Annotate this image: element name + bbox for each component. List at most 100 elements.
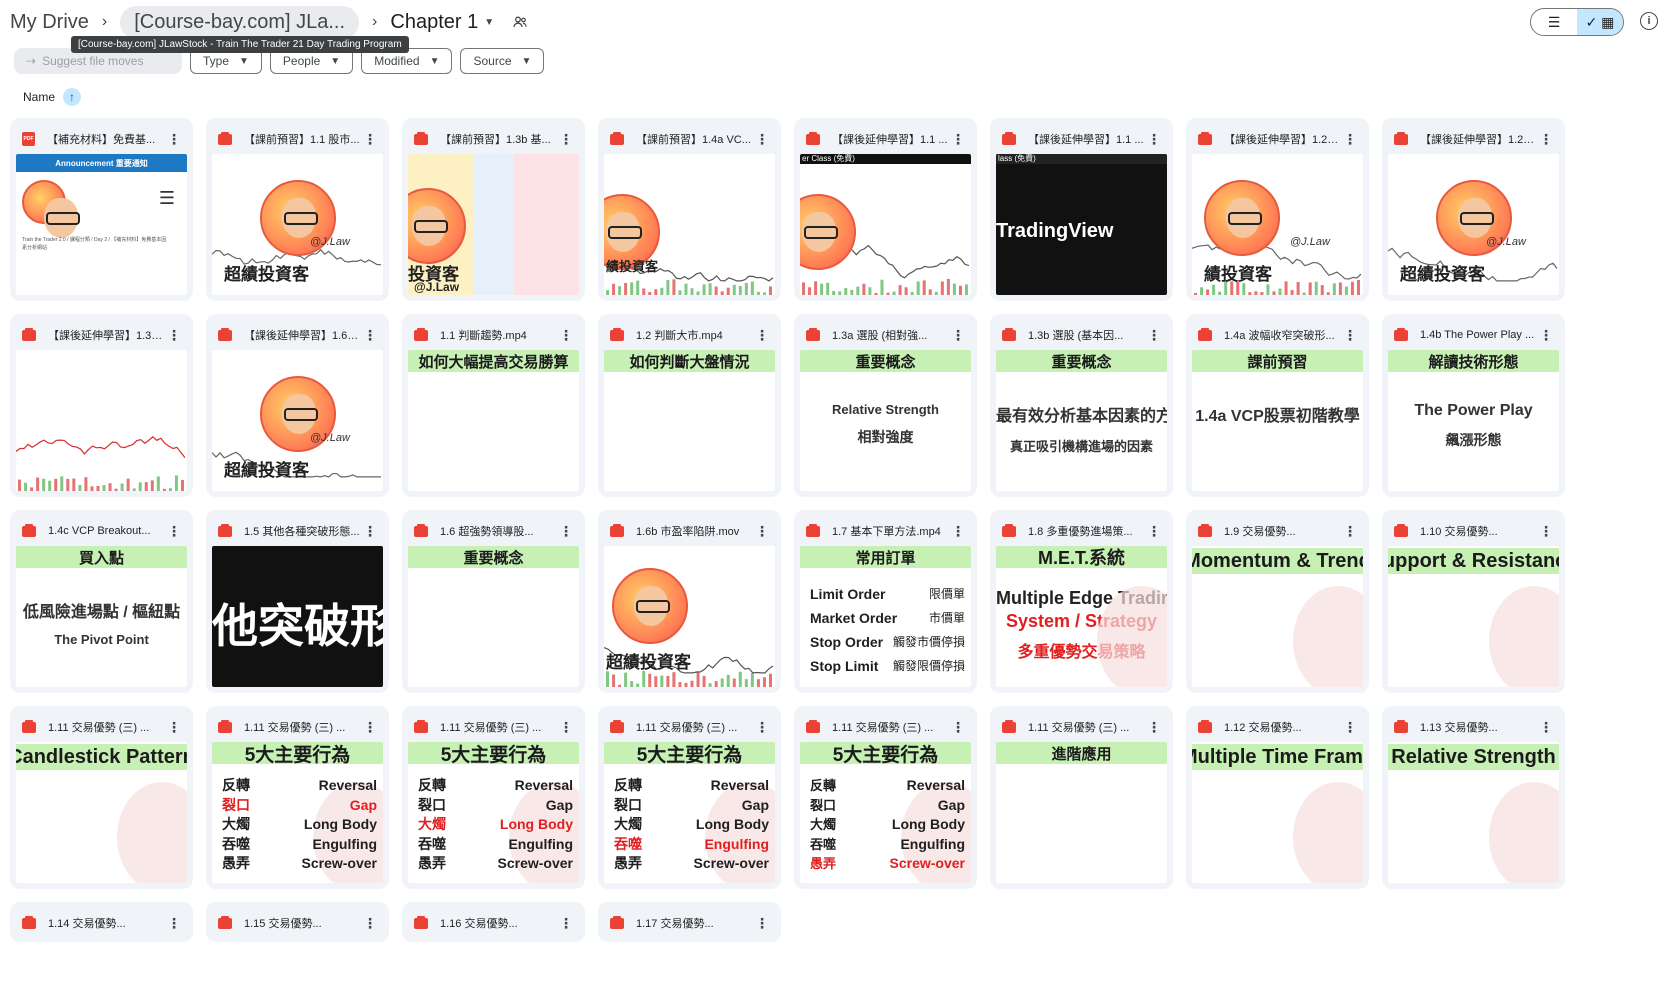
video-file-card[interactable]: 【課前預習】1.3b 基... ⋮ 投資客 @J.Law (402, 118, 585, 301)
file-thumbnail[interactable]: er Class (免費) (800, 154, 971, 295)
sort-ascending-icon[interactable]: ↑ (63, 88, 82, 106)
pdf-file-card[interactable]: PDF 【補充材料】免費基... ⋮ Announcement 重要通知 ☰ Train … (10, 118, 193, 301)
more-actions-icon[interactable]: ⋮ (949, 720, 967, 734)
video-file-card[interactable]: 【課後延伸學習】1.6a... ⋮ 超績投資客 @J.Law (206, 314, 389, 497)
file-thumbnail[interactable]: Multiple Time Frame (1192, 742, 1363, 883)
more-actions-icon[interactable]: ⋮ (753, 132, 771, 146)
file-thumbnail[interactable]: 常用訂單 Limit Order 限價單 Market Order 市價單 Stop Or… (800, 546, 971, 687)
video-file-card[interactable]: 1.11 交易優勢 (三) ... ⋮ 5大主要行為 反轉 Reversal 裂口 Gap 大… (206, 706, 389, 889)
video-file-card[interactable]: 【課後延伸學習】1.3a... ⋮ (10, 314, 193, 497)
file-thumbnail[interactable]: 超績投資客 @J.Law (1388, 154, 1559, 295)
more-actions-icon[interactable]: ⋮ (949, 328, 967, 342)
file-thumbnail[interactable]: 如何大幅提高交易勝算 (408, 350, 579, 491)
more-actions-icon[interactable]: ⋮ (165, 916, 183, 930)
more-actions-icon[interactable]: ⋮ (1341, 524, 1359, 538)
video-file-card[interactable]: 1.1 判斷趨勢.mp4 ⋮ 如何大幅提高交易勝算 (402, 314, 585, 497)
video-file-card[interactable]: 1.6 超強勢領導股... ⋮ 重要概念 (402, 510, 585, 693)
breadcrumb-current-folder[interactable]: Chapter 1 ▼ (390, 11, 494, 34)
file-thumbnail[interactable]: 績投資客 @J.Law (1192, 154, 1363, 295)
file-thumbnail[interactable] (16, 350, 187, 491)
video-file-card[interactable]: 【課前預習】1.1 股市... ⋮ 超績投資客 @J.Law (206, 118, 389, 301)
more-actions-icon[interactable]: ⋮ (949, 132, 967, 146)
more-actions-icon[interactable]: ⋮ (557, 328, 575, 342)
more-actions-icon[interactable]: ⋮ (753, 524, 771, 538)
video-file-card[interactable]: 1.11 交易優勢 (三) ... ⋮ 5大主要行為 反轉 Reversal 裂口 Gap 大… (402, 706, 585, 889)
video-file-card[interactable]: 1.14 交易優勢... ⋮ (10, 902, 193, 942)
video-file-card[interactable]: 1.7 基本下單方法.mp4 ⋮ 常用訂單 Limit Order 限價單 Market … (794, 510, 977, 693)
video-file-card[interactable]: 【課前預習】1.4a VC... ⋮ 績投資客 (598, 118, 781, 301)
video-file-card[interactable]: 1.11 交易優勢 (三) ... ⋮ 5大主要行為 反轉 Reversal 裂口 Gap 大… (598, 706, 781, 889)
more-actions-icon[interactable]: ⋮ (557, 524, 575, 538)
file-thumbnail[interactable]: lass (免費) TradingView (996, 154, 1167, 295)
file-thumbnail[interactable]: 買入點 低風險進場點 / 樞紐點 The Pivot Point (16, 546, 187, 687)
video-file-card[interactable]: 【課後延伸學習】1.1 ... ⋮ lass (免費) TradingView (990, 118, 1173, 301)
file-thumbnail[interactable]: Candlestick Pattern (16, 742, 187, 883)
more-actions-icon[interactable]: ⋮ (361, 132, 379, 146)
file-thumbnail[interactable]: 重要概念 (408, 546, 579, 687)
file-thumbnail[interactable]: Support & Resistance (1388, 546, 1559, 687)
more-actions-icon[interactable]: ⋮ (1341, 132, 1359, 146)
more-actions-icon[interactable]: ⋮ (1145, 720, 1163, 734)
video-file-card[interactable]: 1.17 交易優勢... ⋮ (598, 902, 781, 942)
file-thumbnail[interactable]: 超績投資客 @J.Law (212, 350, 383, 491)
file-thumbnail[interactable]: 課前預習 1.4a VCP股票初階教學 (1192, 350, 1363, 491)
file-thumbnail[interactable]: 投資客 @J.Law (408, 154, 579, 295)
more-actions-icon[interactable]: ⋮ (1537, 524, 1555, 538)
video-file-card[interactable]: 【課後延伸學習】1.2a... ⋮ 績投資客 @J.Law (1186, 118, 1369, 301)
more-actions-icon[interactable]: ⋮ (557, 720, 575, 734)
video-file-card[interactable]: 【課後延伸學習】1.2b... ⋮ 超績投資客 @J.Law (1382, 118, 1565, 301)
more-actions-icon[interactable]: ⋮ (557, 132, 575, 146)
video-file-card[interactable]: 1.10 交易優勢... ⋮ Support & Resistance (1382, 510, 1565, 693)
video-file-card[interactable]: 1.12 交易優勢... ⋮ Multiple Time Frame (1186, 706, 1369, 889)
more-actions-icon[interactable]: ⋮ (1537, 720, 1555, 734)
file-thumbnail[interactable]: Announcement 重要通知 ☰ Train the Trader 2.0 /… (16, 154, 187, 295)
video-file-card[interactable]: 1.4c VCP Breakout... ⋮ 買入點 低風險進場點 / 樞紐點 The … (10, 510, 193, 693)
file-thumbnail[interactable]: Relative Strength (1388, 742, 1559, 883)
info-icon[interactable]: i (1640, 12, 1658, 30)
more-actions-icon[interactable]: ⋮ (949, 524, 967, 538)
video-file-card[interactable]: 1.9 交易優勢... ⋮ Momentum & Trend (1186, 510, 1369, 693)
video-file-card[interactable]: 1.2 判斷大市.mp4 ⋮ 如何判斷大盤情況 (598, 314, 781, 497)
video-file-card[interactable]: 1.4a 波幅收窄突破形... ⋮ 課前預習 1.4a VCP股票初階教學 (1186, 314, 1369, 497)
list-view-button[interactable]: ☰ (1531, 9, 1577, 35)
more-actions-icon[interactable]: ⋮ (753, 916, 771, 930)
more-actions-icon[interactable]: ⋮ (753, 328, 771, 342)
more-actions-icon[interactable]: ⋮ (753, 720, 771, 734)
file-thumbnail[interactable]: M.E.T.系統 Multiple Edge Trading System / St… (996, 546, 1167, 687)
file-thumbnail[interactable]: 5大主要行為 反轉 Reversal 裂口 Gap 大燭 Long Body 吞噬 Engulf… (604, 742, 775, 883)
filter-chip-source[interactable]: Source ▼ (460, 48, 545, 74)
file-thumbnail[interactable]: 5大主要行為 反轉 Reversal 裂口 Gap 大燭 Long Body 吞噬 Engulf… (800, 742, 971, 883)
video-file-card[interactable]: 1.11 交易優勢 (三) ... ⋮ 5大主要行為 反轉 Reversal 裂口 Gap 大… (794, 706, 977, 889)
video-file-card[interactable]: 1.15 交易優勢... ⋮ (206, 902, 389, 942)
more-actions-icon[interactable]: ⋮ (1145, 328, 1163, 342)
grid-view-button[interactable]: ✓ ▦ (1577, 9, 1623, 35)
more-actions-icon[interactable]: ⋮ (1341, 328, 1359, 342)
more-actions-icon[interactable]: ⋮ (1341, 720, 1359, 734)
more-actions-icon[interactable]: ⋮ (1537, 328, 1555, 342)
video-file-card[interactable]: 【課後延伸學習】1.1 ... ⋮ er Class (免費) (794, 118, 977, 301)
video-file-card[interactable]: 1.4b The Power Play ... ⋮ 解讀技術形態 The Power … (1382, 314, 1565, 497)
file-thumbnail[interactable]: 超績投資客 (604, 546, 775, 687)
breadcrumb-my-drive[interactable]: My Drive (10, 11, 89, 34)
more-actions-icon[interactable]: ⋮ (361, 524, 379, 538)
more-actions-icon[interactable]: ⋮ (1145, 524, 1163, 538)
file-thumbnail[interactable]: 績投資客 (604, 154, 775, 295)
more-actions-icon[interactable]: ⋮ (557, 916, 575, 930)
sort-label[interactable]: Name (23, 90, 55, 104)
file-thumbnail[interactable]: 進階應用 (996, 742, 1167, 883)
video-file-card[interactable]: 1.3a 選股 (相對強... ⋮ 重要概念 Relative Strength 相對強… (794, 314, 977, 497)
file-thumbnail[interactable]: 5大主要行為 反轉 Reversal 裂口 Gap 大燭 Long Body 吞噬 Engulf… (212, 742, 383, 883)
more-actions-icon[interactable]: ⋮ (165, 328, 183, 342)
more-actions-icon[interactable]: ⋮ (165, 524, 183, 538)
file-thumbnail[interactable]: 他突破形 (212, 546, 383, 687)
video-file-card[interactable]: 1.16 交易優勢... ⋮ (402, 902, 585, 942)
more-actions-icon[interactable]: ⋮ (1537, 132, 1555, 146)
video-file-card[interactable]: 1.6b 市盈率陷阱.mov ⋮ 超績投資客 (598, 510, 781, 693)
more-actions-icon[interactable]: ⋮ (361, 720, 379, 734)
shared-folder-icon[interactable] (512, 14, 528, 30)
video-file-card[interactable]: 1.13 交易優勢... ⋮ Relative Strength (1382, 706, 1565, 889)
more-actions-icon[interactable]: ⋮ (361, 916, 379, 930)
file-thumbnail[interactable]: Momentum & Trend (1192, 546, 1363, 687)
video-file-card[interactable]: 1.3b 選股 (基本因... ⋮ 重要概念最有效分析基本因素的方法真正吸引機構進場… (990, 314, 1173, 497)
more-actions-icon[interactable]: ⋮ (361, 328, 379, 342)
